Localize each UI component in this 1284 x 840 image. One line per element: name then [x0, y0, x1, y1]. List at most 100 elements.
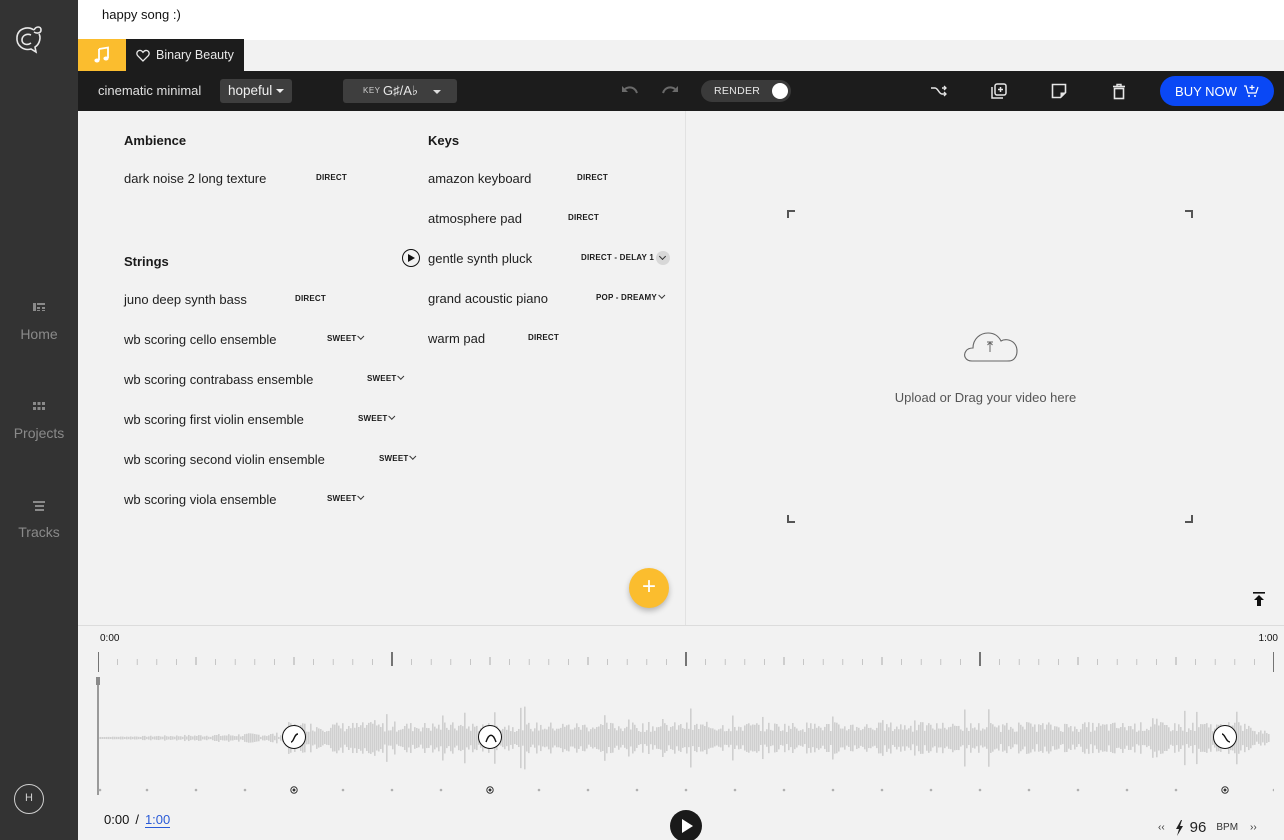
section-marker-peak[interactable] — [477, 725, 502, 749]
preset-dropdown[interactable]: SWEET — [367, 372, 405, 383]
instrument-item[interactable]: wb scoring contrabass ensemble — [124, 372, 313, 387]
sidebar-item-tracks[interactable]: Tracks — [0, 500, 78, 540]
waveform-bar — [710, 728, 712, 748]
add-instrument-button[interactable]: + — [629, 568, 669, 608]
instrument-item[interactable]: wb scoring cello ensemble — [124, 332, 276, 347]
audio-waveform[interactable] — [98, 696, 1274, 776]
tab-bar: Binary Beauty — [78, 39, 244, 71]
beat-dot — [929, 788, 933, 792]
waveform-bar — [344, 731, 346, 745]
heart-icon[interactable] — [136, 49, 150, 62]
sidebar-item-label: Tracks — [18, 524, 60, 540]
waveform-bar — [460, 724, 462, 752]
instrument-item[interactable]: atmosphere pad — [428, 211, 522, 226]
style-label[interactable]: cinematic minimal — [98, 83, 201, 98]
waveform-bar — [438, 724, 440, 752]
waveform-bar — [1144, 730, 1146, 746]
preset-dropdown[interactable]: DIRECT - DELAY 1 — [581, 251, 670, 265]
waveform-bar — [690, 708, 692, 768]
instrument-item[interactable]: juno deep synth bass — [124, 292, 247, 307]
beat-dot — [880, 788, 884, 792]
bpm-value[interactable]: 96 — [1190, 819, 1207, 836]
preset-dropdown[interactable]: SWEET — [379, 452, 417, 463]
playhead[interactable] — [96, 677, 100, 795]
preset-tag[interactable]: DIRECT — [577, 173, 608, 182]
scroll-to-top-icon[interactable] — [1252, 591, 1266, 607]
delete-button[interactable] — [1109, 81, 1129, 101]
video-drop-area[interactable]: Upload or Drag your video here — [687, 111, 1284, 625]
waveform-bar — [242, 736, 244, 740]
waveform-bar — [382, 723, 384, 753]
instrument-item-hovered[interactable]: gentle synth pluck — [428, 251, 532, 266]
key-dropdown[interactable]: KEY G♯/A♭ — [343, 79, 457, 103]
cloud-upload-icon[interactable] — [962, 329, 1020, 363]
frame-corner — [1185, 515, 1193, 523]
waveform-bar — [1058, 727, 1060, 749]
bpm-decrease-button[interactable]: ‹‹ — [1158, 822, 1165, 833]
tab-music[interactable] — [78, 39, 126, 71]
waveform-bar — [950, 726, 952, 750]
total-duration-link[interactable]: 1:00 — [144, 812, 171, 828]
waveform-bar — [130, 736, 132, 740]
redo-button[interactable] — [660, 81, 680, 101]
instrument-item[interactable]: grand acoustic piano — [428, 291, 548, 306]
instrument-item[interactable]: amazon keyboard — [428, 171, 531, 186]
waveform-bar — [1132, 729, 1134, 747]
buy-now-button[interactable]: BUY NOW — [1160, 76, 1274, 106]
music-note-icon — [94, 46, 109, 63]
preset-tag[interactable]: DIRECT — [316, 173, 347, 182]
waveform-bar — [540, 724, 542, 752]
app-logo[interactable] — [12, 22, 46, 56]
preset-label: DIRECT — [568, 213, 599, 222]
play-button[interactable] — [670, 810, 702, 840]
project-title[interactable]: happy song :) — [102, 7, 181, 22]
upload-prompt[interactable]: Upload or Drag your video here — [687, 390, 1284, 405]
waveform-bar — [574, 727, 576, 749]
waveform-bar — [858, 727, 860, 749]
instrument-item[interactable]: dark noise 2 long texture — [124, 171, 266, 186]
preset-tag[interactable]: DIRECT — [568, 213, 599, 222]
duplicate-button[interactable] — [989, 81, 1009, 101]
instrument-item[interactable]: wb scoring first violin ensemble — [124, 412, 304, 427]
beat-dot — [733, 788, 737, 792]
waveform-bar — [214, 734, 216, 742]
waveform-bar — [934, 729, 936, 747]
mood-dropdown[interactable]: hopeful — [220, 79, 293, 103]
undo-button[interactable] — [620, 81, 640, 101]
waveform-bar — [928, 723, 930, 753]
note-button[interactable] — [1049, 81, 1069, 101]
section-marker-fall[interactable] — [1212, 725, 1237, 749]
waveform-bar — [754, 724, 756, 752]
bpm-increase-button[interactable]: ›› — [1250, 822, 1257, 833]
waveform-bar — [238, 734, 240, 742]
preset-dropdown[interactable]: POP - DREAMY — [596, 291, 666, 302]
shuffle-button[interactable] — [929, 81, 949, 101]
preview-play-button[interactable] — [402, 249, 420, 267]
section-marker-rise[interactable] — [282, 725, 307, 749]
tab-track[interactable]: Binary Beauty — [126, 39, 244, 71]
waveform-bar — [334, 724, 336, 752]
preset-dropdown[interactable]: SWEET — [358, 412, 396, 423]
preset-tag[interactable]: DIRECT — [295, 294, 326, 303]
waveform-bar — [680, 724, 682, 752]
waveform-bar — [1140, 722, 1142, 754]
sidebar-item-home[interactable]: Home — [0, 302, 78, 342]
preset-tag[interactable]: DIRECT — [528, 333, 559, 342]
chevron-down-icon[interactable] — [656, 251, 670, 265]
waveform-bar — [946, 729, 948, 747]
instrument-item[interactable]: wb scoring viola ensemble — [124, 492, 276, 507]
waveform-bar — [232, 735, 234, 741]
time-ruler[interactable] — [98, 652, 1274, 672]
waveform-bar — [244, 734, 246, 742]
waveform-bar — [820, 727, 822, 749]
waveform-bar — [758, 724, 760, 752]
waveform-bar — [824, 726, 826, 750]
bpm-unit: BPM — [1216, 822, 1239, 833]
instrument-item[interactable]: warm pad — [428, 331, 485, 346]
sidebar-item-projects[interactable]: Projects — [0, 401, 78, 441]
avatar[interactable]: H — [14, 784, 44, 814]
preset-dropdown[interactable]: SWEET — [327, 492, 365, 503]
instrument-item[interactable]: wb scoring second violin ensemble — [124, 452, 325, 467]
preset-dropdown[interactable]: SWEET — [327, 332, 365, 343]
render-toggle[interactable]: RENDER — [701, 80, 791, 102]
